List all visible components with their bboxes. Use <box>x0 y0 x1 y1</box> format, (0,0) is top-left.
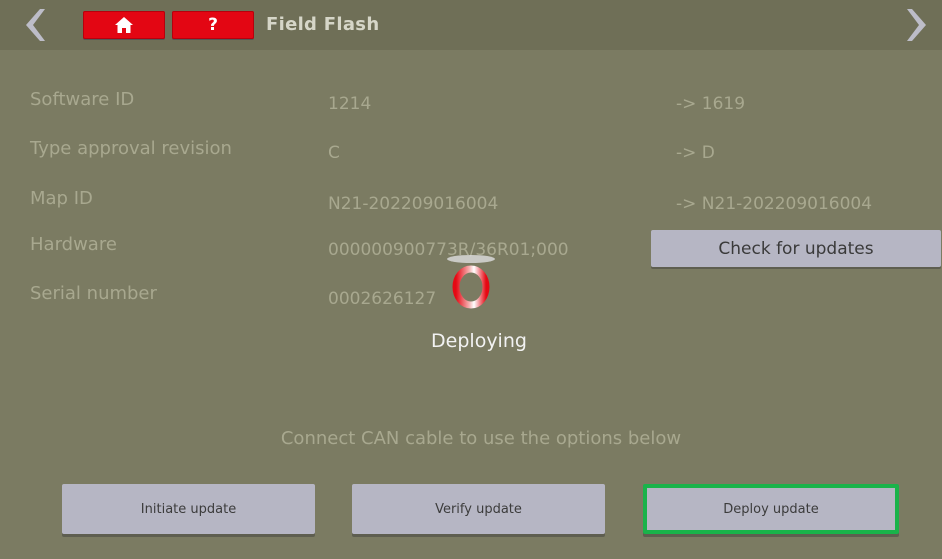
help-button[interactable]: ? <box>172 11 254 39</box>
type-approval-new: -> D <box>676 143 715 163</box>
software-id-new: -> 1619 <box>676 94 746 114</box>
map-id-value: N21-202209016004 <box>328 194 499 214</box>
hardware-label: Hardware <box>30 234 117 255</box>
deploy-update-button[interactable]: Deploy update <box>643 484 899 534</box>
map-id-label: Map ID <box>30 188 93 209</box>
chevron-right-icon[interactable] <box>904 6 934 44</box>
connect-can-message: Connect CAN cable to use the options bel… <box>280 428 682 449</box>
software-id-label: Software ID <box>30 89 135 110</box>
initiate-update-button[interactable]: Initiate update <box>62 484 315 534</box>
check-for-updates-button[interactable]: Check for updates <box>651 230 941 267</box>
software-id-value: 1214 <box>328 94 372 114</box>
help-label: ? <box>208 15 218 35</box>
home-button[interactable] <box>83 11 165 39</box>
serial-number-value: 0002626127 <box>328 289 437 309</box>
header-bar: ? Field Flash <box>0 0 942 50</box>
status-text: Deploying <box>431 330 527 352</box>
type-approval-value: C <box>328 143 340 163</box>
home-icon <box>115 17 133 33</box>
type-approval-label: Type approval revision <box>30 138 232 159</box>
page-title: Field Flash <box>266 14 380 35</box>
serial-number-label: Serial number <box>30 283 157 304</box>
loading-spinner-icon <box>452 265 490 309</box>
chevron-left-icon[interactable] <box>18 6 48 44</box>
map-id-new: -> N21-202209016004 <box>676 194 873 214</box>
verify-update-button[interactable]: Verify update <box>352 484 605 534</box>
